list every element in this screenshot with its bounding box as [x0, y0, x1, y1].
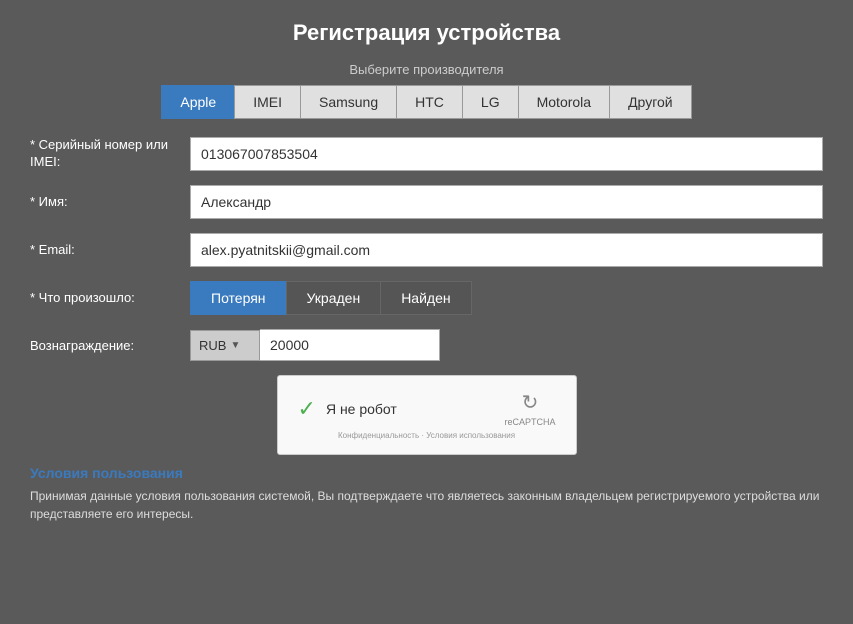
- reward-row: Вознаграждение: RUB ▼: [30, 329, 823, 361]
- currency-arrow-icon: ▼: [230, 340, 240, 351]
- captcha-box[interactable]: ✓ Я не робот ↻ reCAPTCHA Конфиденциально…: [277, 375, 577, 455]
- reward-inputs: RUB ▼: [190, 329, 440, 361]
- captcha-wrapper: ✓ Я не робот ↻ reCAPTCHA Конфиденциально…: [298, 390, 556, 440]
- email-input[interactable]: [190, 233, 823, 267]
- captcha-right: ↻ reCAPTCHA: [504, 390, 555, 427]
- event-found[interactable]: Найден: [380, 281, 471, 315]
- email-label: * Email:: [30, 242, 190, 259]
- reward-input[interactable]: [260, 329, 440, 361]
- event-lost[interactable]: Потерян: [190, 281, 286, 315]
- tab-other[interactable]: Другой: [609, 85, 692, 119]
- captcha-checkmark-icon: ✓: [298, 396, 316, 422]
- captcha-logo-icon: ↻: [522, 390, 539, 415]
- captcha-row: ✓ Я не робот ↻ reCAPTCHA Конфиденциально…: [30, 375, 823, 455]
- serial-row: * Серийный номер или IMEI:: [30, 137, 823, 171]
- manufacturer-tabs: Apple IMEI Samsung HTC LG Motorola Друго…: [30, 85, 823, 119]
- captcha-brand: reCAPTCHA: [504, 417, 555, 427]
- page-title: Регистрация устройства: [30, 20, 823, 46]
- event-row: * Что произошло: Потерян Украден Найден: [30, 281, 823, 315]
- registration-form: * Серийный номер или IMEI: * Имя: * Emai…: [30, 137, 823, 455]
- terms-section: Условия пользования Принимая данные усло…: [30, 465, 823, 523]
- tab-htc[interactable]: HTC: [396, 85, 462, 119]
- terms-text: Принимая данные условия пользования сист…: [30, 487, 823, 523]
- captcha-left: ✓ Я не робот: [298, 396, 397, 422]
- terms-title: Условия пользования: [30, 465, 823, 481]
- currency-select[interactable]: RUB ▼: [190, 330, 260, 361]
- name-label: * Имя:: [30, 194, 190, 211]
- captcha-inner: ✓ Я не робот ↻ reCAPTCHA: [298, 390, 556, 427]
- serial-label: * Серийный номер или IMEI:: [30, 137, 190, 171]
- reward-label: Вознаграждение:: [30, 338, 190, 353]
- serial-input[interactable]: [190, 137, 823, 171]
- event-label: * Что произошло:: [30, 290, 190, 307]
- event-stolen[interactable]: Украден: [286, 281, 381, 315]
- name-row: * Имя:: [30, 185, 823, 219]
- currency-value: RUB: [199, 338, 226, 353]
- manufacturer-label: Выберите производителя: [30, 62, 823, 77]
- email-row: * Email:: [30, 233, 823, 267]
- tab-samsung[interactable]: Samsung: [300, 85, 396, 119]
- tab-imei[interactable]: IMEI: [234, 85, 300, 119]
- captcha-label: Я не робот: [326, 401, 397, 417]
- captcha-links: Конфиденциальность · Условия использован…: [338, 431, 515, 440]
- tab-lg[interactable]: LG: [462, 85, 518, 119]
- tab-motorola[interactable]: Motorola: [518, 85, 609, 119]
- tab-apple[interactable]: Apple: [161, 85, 234, 119]
- name-input[interactable]: [190, 185, 823, 219]
- event-buttons: Потерян Украден Найден: [190, 281, 472, 315]
